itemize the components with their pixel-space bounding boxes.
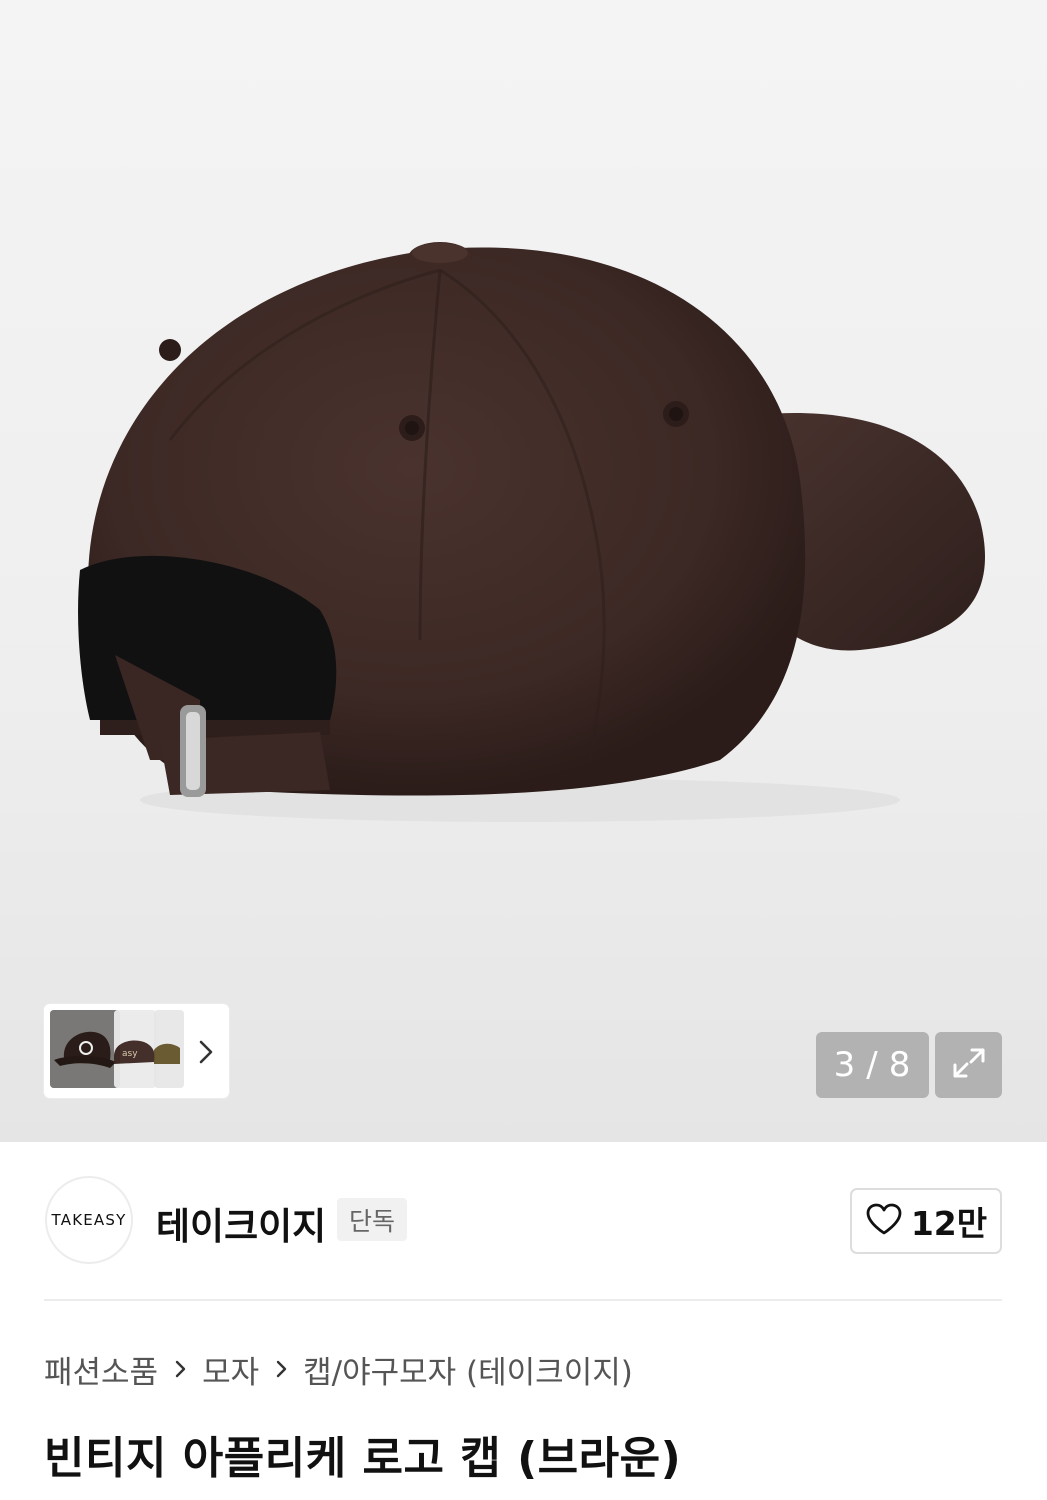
chevron-right-icon [172,1356,190,1382]
thumbnail-3[interactable] [154,1010,184,1088]
counter-total: 8 [888,1045,912,1085]
breadcrumb-item-caps[interactable]: 캡/야구모자 (테이크이지) [303,1347,633,1392]
brand-logo-text: TAKEASY [51,1211,127,1229]
thumbnail-strip[interactable]: asy [44,1004,229,1098]
thumbnail-2[interactable]: asy [114,1010,156,1088]
product-gallery[interactable]: asy 3 / 8 [0,0,1047,1142]
chevron-right-icon [273,1356,291,1382]
svg-text:asy: asy [122,1049,138,1059]
product-image[interactable] [0,0,1047,1000]
image-counter: 3 / 8 [816,1032,929,1098]
like-count: 12만 [910,1204,988,1243]
divider [44,1299,1002,1301]
counter-current: 3 [833,1045,857,1085]
heart-outline-icon [865,1202,903,1240]
counter-separator: / [866,1045,879,1085]
like-button[interactable]: 12만 [850,1188,1002,1254]
thumbnail-1[interactable] [50,1010,120,1088]
breadcrumb-item-hats[interactable]: 모자 [202,1347,259,1392]
breadcrumb: 패션소품 모자 캡/야구모자 (테이크이지) [44,1344,633,1394]
chevron-right-icon[interactable] [192,1034,218,1070]
brand-row: TAKEASY 테이크이지 단독 12만 [0,1142,1047,1300]
brand-logo[interactable]: TAKEASY [45,1176,133,1264]
brand-name[interactable]: 테이크이지 [156,1196,326,1250]
expand-button[interactable] [935,1032,1002,1098]
expand-arrows-icon [948,1042,990,1088]
product-title: 빈티지 아플리케 로고 캡 (브라운) [44,1433,682,1484]
breadcrumb-item-fashion-accessories[interactable]: 패션소품 [44,1347,158,1392]
exclusive-badge: 단독 [337,1198,408,1241]
